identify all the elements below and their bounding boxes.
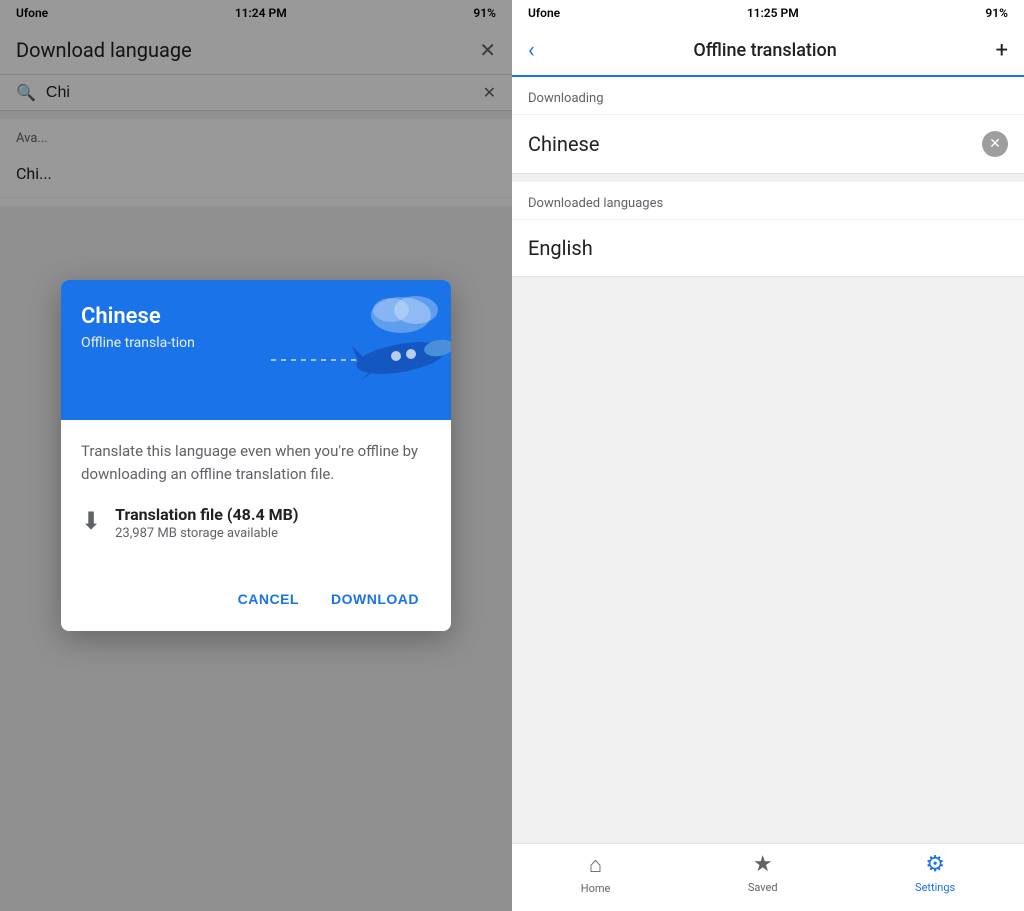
nav-settings[interactable]: ⚙ Settings — [915, 852, 955, 895]
settings-icon: ⚙ — [925, 852, 945, 877]
dialog-language-subtitle: Offline transla-tion — [81, 335, 231, 351]
time-right: 11:25 PM — [747, 6, 799, 20]
file-storage: 23,987 MB storage available — [115, 526, 298, 541]
cancel-download-icon[interactable]: ✕ — [982, 131, 1008, 157]
dialog-description: Translate this language even when you're… — [81, 440, 431, 485]
dialog-body: Translate this language even when you're… — [61, 420, 451, 575]
dialog-overlay: Chinese Offline transla-tion — [0, 0, 512, 911]
download-file-icon: ⬇ — [81, 507, 101, 535]
add-language-button[interactable]: + — [996, 38, 1008, 63]
file-name: Translation file (48.4 MB) — [115, 505, 298, 524]
saved-icon: ★ — [753, 852, 773, 877]
saved-label: Saved — [748, 881, 778, 894]
left-panel: Ufone 11:24 PM 91% Download language ✕ 🔍… — [0, 0, 512, 911]
download-dialog: Chinese Offline transla-tion — [61, 280, 451, 631]
chinese-language-text: Chinese — [528, 132, 599, 156]
back-button[interactable]: ‹ — [528, 38, 535, 63]
battery-right: 91% — [985, 6, 1008, 20]
dialog-header: Chinese Offline transla-tion — [61, 280, 451, 420]
english-language-item[interactable]: English — [512, 219, 1024, 276]
dialog-language-title: Chinese — [81, 304, 431, 329]
nav-saved[interactable]: ★ Saved — [748, 852, 778, 895]
settings-label: Settings — [915, 881, 955, 894]
downloading-chinese-item[interactable]: Chinese ✕ — [512, 114, 1024, 173]
page-title: Offline translation — [535, 40, 996, 61]
nav-home[interactable]: ⌂ Home — [581, 852, 611, 895]
file-details: Translation file (48.4 MB) 23,987 MB sto… — [115, 505, 298, 541]
section-divider — [512, 174, 1024, 182]
dialog-actions: CANCEL DOWNLOAD — [61, 575, 451, 631]
status-bar-right: Ufone 11:25 PM 91% — [512, 0, 1024, 26]
home-icon: ⌂ — [589, 852, 602, 878]
bottom-nav: ⌂ Home ★ Saved ⚙ Settings — [512, 843, 1024, 911]
right-content: Downloading Chinese ✕ Downloaded languag… — [512, 77, 1024, 843]
cancel-button[interactable]: CANCEL — [226, 583, 311, 615]
top-bar-right: ‹ Offline translation + — [512, 26, 1024, 77]
right-panel: Ufone 11:25 PM 91% ‹ Offline translation… — [512, 0, 1024, 911]
english-language-text: English — [528, 236, 593, 260]
downloaded-section: Downloaded languages English — [512, 182, 1024, 277]
downloading-label: Downloading — [512, 77, 1024, 114]
download-button[interactable]: DOWNLOAD — [319, 583, 431, 615]
file-info: ⬇ Translation file (48.4 MB) 23,987 MB s… — [81, 505, 431, 541]
downloading-section: Downloading Chinese ✕ — [512, 77, 1024, 174]
home-label: Home — [581, 882, 611, 895]
carrier-right: Ufone — [528, 6, 560, 20]
downloaded-label: Downloaded languages — [512, 182, 1024, 219]
